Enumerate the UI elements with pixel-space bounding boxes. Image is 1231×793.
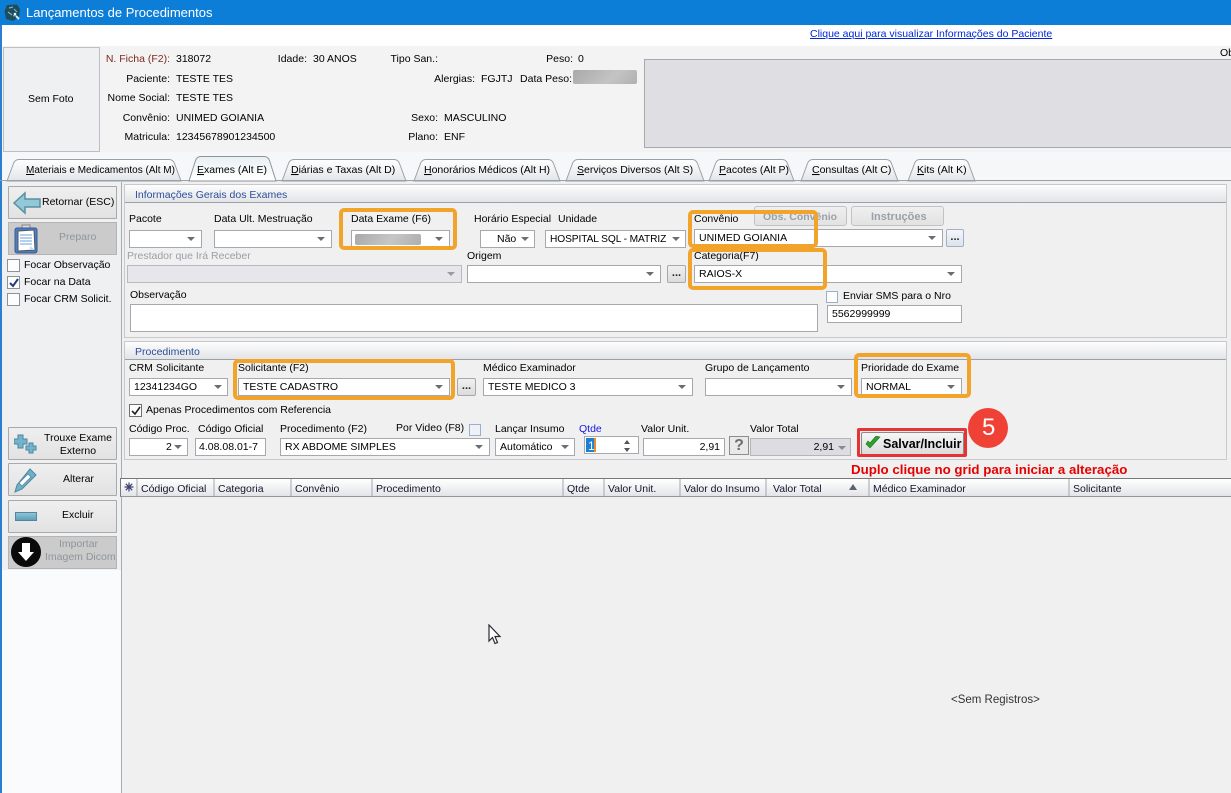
svg-text:Diárias e Taxas (Alt D): Diárias e Taxas (Alt D) [291, 164, 395, 176]
svg-text:Categoria: Categoria [218, 483, 264, 495]
svg-text:Valor Unit.: Valor Unit. [608, 483, 656, 495]
svg-text:Consultas (Alt C): Consultas (Alt C) [812, 164, 891, 176]
svg-text:Solicitante: Solicitante [1073, 483, 1122, 495]
svg-text:Procedimento: Procedimento [376, 483, 441, 495]
svg-text:Kits (Alt K): Kits (Alt K) [917, 164, 967, 176]
svg-text:Código Oficial: Código Oficial [141, 483, 206, 495]
svg-text:Materiais e Medicamentos (Alt: Materiais e Medicamentos (Alt M) [26, 165, 175, 176]
svg-text:Pacotes (Alt P): Pacotes (Alt P) [719, 164, 789, 176]
svg-text:Serviços Diversos (Alt S): Serviços Diversos (Alt S) [577, 164, 693, 176]
svg-text:Honorários Médicos (Alt H): Honorários Médicos (Alt H) [424, 164, 550, 176]
svg-text:Valor Total: Valor Total [773, 483, 822, 495]
svg-text:Valor do Insumo: Valor do Insumo [684, 483, 760, 495]
svg-text:Qtde: Qtde [567, 483, 590, 495]
svg-text:Médico Examinador: Médico Examinador [873, 483, 966, 495]
svg-text:Convênio: Convênio [295, 483, 340, 495]
svg-text:Exames (Alt E): Exames (Alt E) [197, 164, 267, 176]
